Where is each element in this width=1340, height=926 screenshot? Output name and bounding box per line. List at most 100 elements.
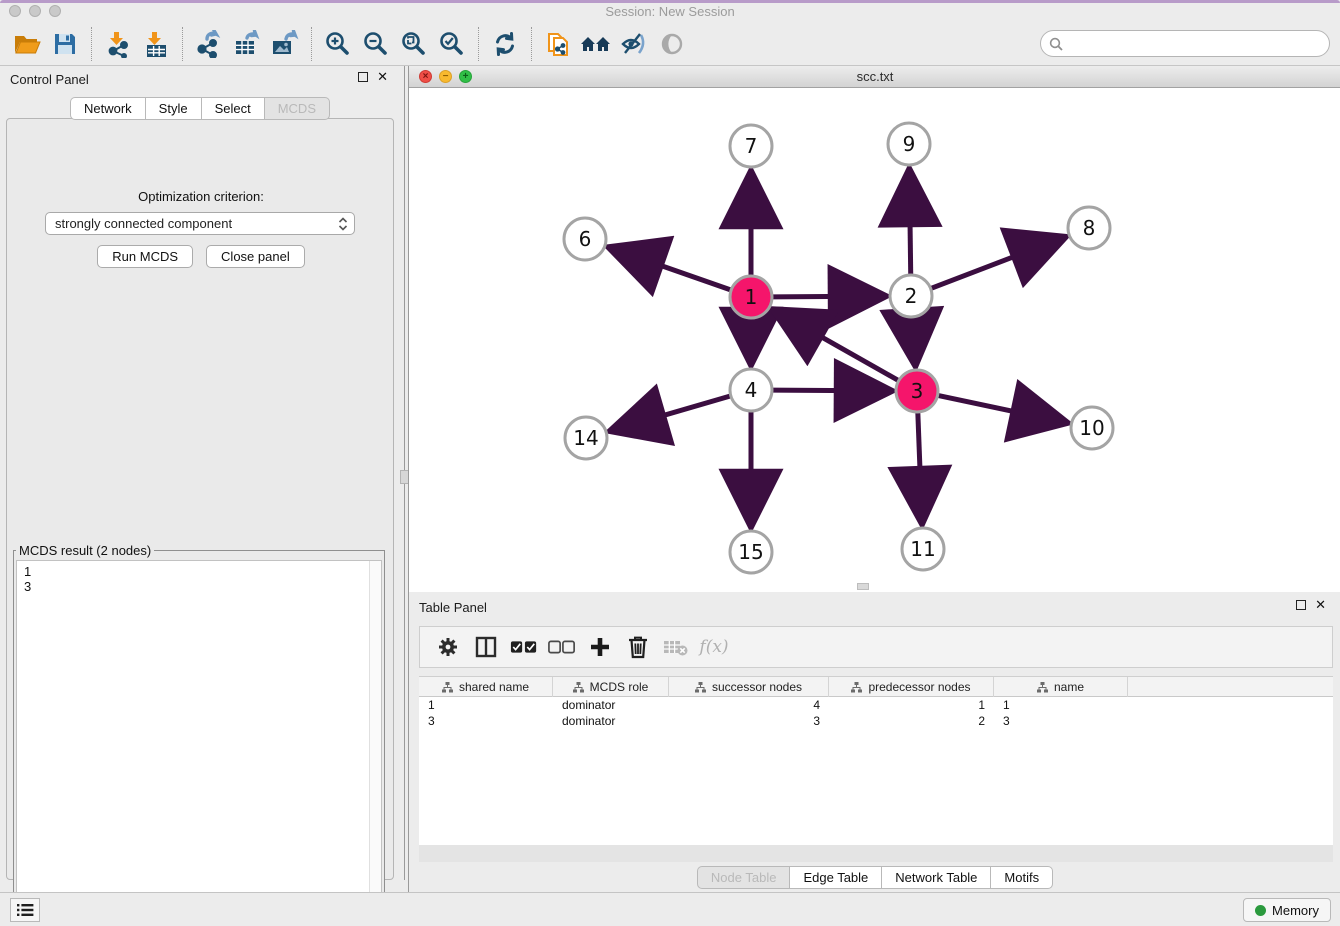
float-panel-icon[interactable] bbox=[1296, 600, 1306, 610]
refresh-icon[interactable] bbox=[486, 26, 524, 62]
table-cell[interactable]: 3 bbox=[669, 713, 829, 729]
graph-node-7[interactable]: 7 bbox=[730, 125, 772, 167]
svg-text:14: 14 bbox=[573, 426, 598, 450]
zoom-fit-icon[interactable] bbox=[395, 26, 433, 62]
panel-splitter[interactable] bbox=[394, 66, 408, 892]
graph-edge-3-10[interactable] bbox=[939, 396, 1065, 423]
table-cell[interactable]: 1 bbox=[829, 697, 994, 713]
graph-node-11[interactable]: 11 bbox=[902, 528, 944, 570]
table-cell[interactable]: 4 bbox=[669, 697, 829, 713]
table-panel: Table Panel ✕ bbox=[408, 592, 1340, 892]
table-cell[interactable]: dominator bbox=[553, 713, 669, 729]
graph-edge-2-3[interactable] bbox=[912, 318, 915, 363]
tab-mcds[interactable]: MCDS bbox=[264, 97, 330, 120]
column-header-shared-name[interactable]: shared name bbox=[419, 677, 553, 697]
graph-edge-2-9[interactable] bbox=[909, 172, 910, 274]
graph-edge-1-6[interactable] bbox=[611, 248, 730, 290]
settings-gear-icon[interactable] bbox=[434, 633, 462, 661]
export-network-icon[interactable] bbox=[190, 26, 228, 62]
graph-edge-4-3[interactable] bbox=[773, 390, 889, 391]
export-table-icon[interactable] bbox=[228, 26, 266, 62]
table-cell[interactable]: 3 bbox=[419, 713, 553, 729]
select-all-icon[interactable] bbox=[510, 633, 538, 661]
table-cell[interactable]: 2 bbox=[829, 713, 994, 729]
search-input[interactable] bbox=[1068, 36, 1329, 51]
graph-node-8[interactable]: 8 bbox=[1068, 207, 1110, 249]
table-row-0[interactable]: 1dominator411 bbox=[419, 697, 1333, 713]
graph-edge-3-11[interactable] bbox=[918, 413, 922, 521]
tab-select[interactable]: Select bbox=[201, 97, 264, 120]
toolbar-separator bbox=[311, 27, 312, 61]
tab-network[interactable]: Network bbox=[70, 97, 145, 120]
optimization-criterion-select[interactable]: strongly connected component bbox=[45, 212, 355, 235]
column-header-name[interactable]: name bbox=[994, 677, 1128, 697]
network-view-title: scc.txt bbox=[409, 69, 1340, 84]
scrollbar[interactable] bbox=[369, 561, 381, 923]
svg-text:4: 4 bbox=[745, 378, 758, 402]
network-titlebar[interactable]: × − + scc.txt bbox=[409, 66, 1340, 88]
bird-view-icon[interactable] bbox=[653, 26, 691, 62]
graph-node-3[interactable]: 3 bbox=[896, 370, 938, 412]
import-network-icon[interactable] bbox=[99, 26, 137, 62]
search-field[interactable] bbox=[1040, 30, 1330, 57]
tab-edge-table[interactable]: Edge Table bbox=[789, 866, 881, 889]
zoom-out-icon[interactable] bbox=[357, 26, 395, 62]
minimize-view-icon[interactable]: − bbox=[439, 70, 452, 83]
duplicate-network-icon[interactable] bbox=[539, 26, 577, 62]
column-header-mcds-role[interactable]: MCDS role bbox=[553, 677, 669, 697]
graph-edge-3-1[interactable] bbox=[775, 311, 897, 380]
graph-node-14[interactable]: 14 bbox=[565, 417, 607, 459]
graph-node-1[interactable]: 1 bbox=[730, 276, 772, 318]
save-session-icon[interactable] bbox=[46, 26, 84, 62]
show-all-views-icon[interactable] bbox=[577, 26, 615, 62]
run-mcds-button[interactable]: Run MCDS bbox=[97, 245, 193, 268]
graph-node-15[interactable]: 15 bbox=[730, 531, 772, 573]
graph-edge-4-14[interactable] bbox=[613, 396, 730, 430]
delete-table-icon[interactable] bbox=[662, 633, 690, 661]
table-row-1[interactable]: 3dominator323 bbox=[419, 713, 1333, 729]
close-panel-button[interactable]: Close panel bbox=[206, 245, 305, 268]
mcds-result-list[interactable]: 1 3 bbox=[17, 561, 369, 923]
tab-network-table[interactable]: Network Table bbox=[881, 866, 990, 889]
graph-edge-1-2[interactable] bbox=[773, 296, 883, 297]
close-panel-icon[interactable]: ✕ bbox=[377, 72, 388, 82]
column-header-successor-nodes[interactable]: successor nodes bbox=[669, 677, 829, 697]
memory-button[interactable]: Memory bbox=[1243, 898, 1331, 922]
svg-text:6: 6 bbox=[579, 227, 592, 251]
status-bar: Memory bbox=[0, 892, 1340, 926]
graph-node-9[interactable]: 9 bbox=[888, 123, 930, 165]
column-header-predecessor-nodes[interactable]: predecessor nodes bbox=[829, 677, 994, 697]
graph-node-2[interactable]: 2 bbox=[890, 275, 932, 317]
graph-edge-2-8[interactable] bbox=[932, 238, 1063, 288]
function-builder-icon[interactable]: f(x) bbox=[700, 633, 728, 661]
table-cell[interactable]: 1 bbox=[994, 697, 1128, 713]
zoom-selected-icon[interactable] bbox=[433, 26, 471, 62]
add-column-icon[interactable] bbox=[586, 633, 614, 661]
graph-node-10[interactable]: 10 bbox=[1071, 407, 1113, 449]
app-menu-button[interactable] bbox=[10, 898, 40, 922]
close-panel-icon[interactable]: ✕ bbox=[1315, 600, 1326, 610]
view-resize-grip[interactable] bbox=[857, 583, 869, 590]
tab-style[interactable]: Style bbox=[145, 97, 201, 120]
table-hscrollbar[interactable] bbox=[419, 845, 1333, 862]
maximize-view-icon[interactable]: + bbox=[459, 70, 472, 83]
deselect-all-icon[interactable] bbox=[548, 633, 576, 661]
hide-graphics-details-icon[interactable] bbox=[615, 26, 653, 62]
tab-node-table[interactable]: Node Table bbox=[697, 866, 790, 889]
graph-node-6[interactable]: 6 bbox=[564, 218, 606, 260]
import-table-icon[interactable] bbox=[137, 26, 175, 62]
open-session-icon[interactable] bbox=[8, 26, 46, 62]
zoom-in-icon[interactable] bbox=[319, 26, 357, 62]
network-canvas[interactable]: 7 9 6 8 1 2 4 3 14 10 15 11 bbox=[409, 88, 1340, 592]
table-cell[interactable]: dominator bbox=[553, 697, 669, 713]
float-panel-icon[interactable] bbox=[358, 72, 368, 82]
close-view-icon[interactable]: × bbox=[419, 70, 432, 83]
export-image-icon[interactable] bbox=[266, 26, 304, 62]
graph-node-4[interactable]: 4 bbox=[730, 369, 772, 411]
tab-motifs[interactable]: Motifs bbox=[990, 866, 1053, 889]
split-view-icon[interactable] bbox=[472, 633, 500, 661]
table-cell[interactable]: 3 bbox=[994, 713, 1128, 729]
delete-icon[interactable] bbox=[624, 633, 652, 661]
optimization-criterion-value: strongly connected component bbox=[55, 216, 232, 231]
table-cell[interactable]: 1 bbox=[419, 697, 553, 713]
